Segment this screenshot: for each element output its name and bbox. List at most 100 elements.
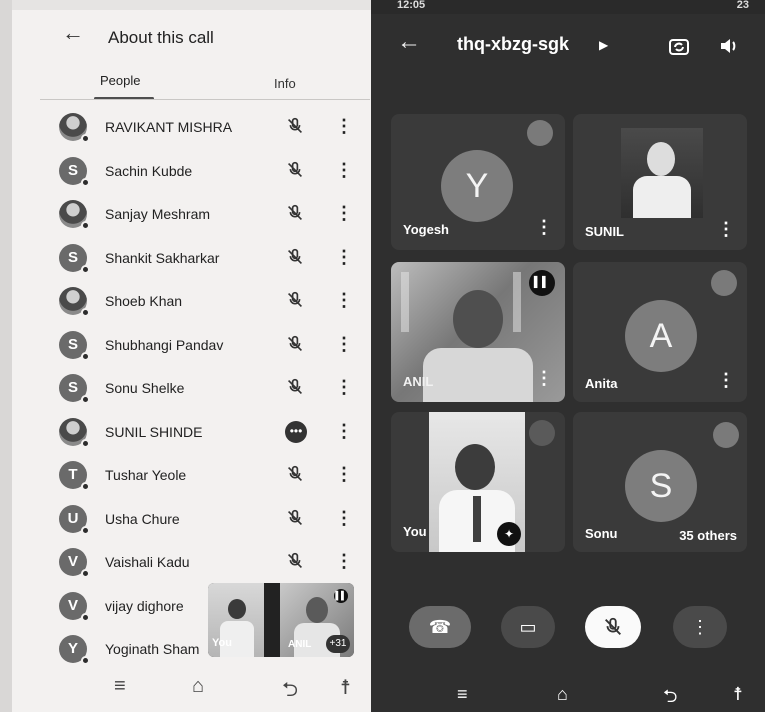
tile-you[interactable]: ✦ You [391,412,565,552]
accessibility-icon[interactable]: ☨ [733,684,743,705]
more-vert-icon[interactable]: ⋮ [535,217,553,238]
more-vert-icon[interactable]: ⋮ [335,159,353,181]
speaker-icon[interactable] [717,34,741,58]
participant-name: Shoeb Khan [105,293,183,309]
more-vert-icon[interactable]: ⋮ [335,463,353,485]
more-vert-icon[interactable]: ⋮ [717,219,735,240]
presence-dot [81,656,90,665]
participant-row[interactable]: V Vaishali Kadu ⋮ [12,539,372,582]
avatar: S [59,330,90,361]
mic-off-icon [527,120,553,146]
participant-name: Sanjay Meshram [105,206,211,222]
mic-off-icon [284,202,306,224]
home-icon[interactable]: ⌂ [557,684,568,705]
status-bar: 12:05 23 [371,0,765,14]
more-vert-icon[interactable]: ⋮ [335,246,353,268]
tile-yogesh[interactable]: Y Yogesh ⋮ [391,114,565,250]
mic-off-icon [284,507,306,529]
participant-name: Vaishali Kadu [105,554,190,570]
more-vert-icon[interactable]: ⋮ [335,420,353,442]
participant-name: Sonu Shelke [105,380,185,396]
tile-name: Sonu [585,526,618,541]
back-icon[interactable]: ⮌ [282,675,298,709]
back-arrow-icon[interactable]: ← [62,20,84,46]
presence-dot [81,525,90,535]
mic-off-icon [529,420,555,446]
tab-people[interactable]: People [100,73,140,88]
more-vert-icon[interactable]: ⋮ [717,370,735,391]
avatar: S [59,156,90,187]
presence-dot [81,308,90,317]
mic-off-icon [585,606,641,648]
more-vert-icon[interactable]: ⋮ [335,202,353,224]
participant-row[interactable]: Sanjay Meshram ⋮ [12,191,372,234]
avatar: A [625,300,697,372]
tile-name: Yogesh [403,222,449,237]
more-participants-count: +31 [326,635,350,653]
participant-row[interactable]: T Tushar Yeole ⋮ [12,452,372,495]
participant-name: RAVIKANT MISHRA [105,119,233,135]
recents-icon[interactable]: ≡ [457,684,468,705]
chevron-right-icon[interactable]: ▶ [599,38,608,52]
end-call-button[interactable]: ☎ [409,606,471,648]
page-title: About this call [108,28,214,47]
back-icon[interactable]: ⮌ [663,684,677,712]
mic-off-icon [284,550,306,572]
avatar: S [59,374,90,404]
mic-off-icon [284,376,306,398]
participant-row[interactable]: U Usha Chure ⋮ [12,496,372,539]
presence-dot [81,221,90,230]
mini-you-video: You [208,583,264,657]
participant-name: Sachin Kubde [105,162,193,179]
video-camera-icon: ▭ [519,616,537,637]
phone-icon: ☎ [428,616,452,637]
battery-level: 23 [736,0,749,11]
participant-row[interactable]: S Shankit Sakharkar ⋮ [12,235,372,278]
mic-off-icon [284,246,306,268]
meeting-code[interactable]: thq-xbzg-sgk [457,34,569,55]
status-time: 12:05 [397,0,426,11]
mini-video-strip[interactable]: You ▌▌ ANIL +31 [208,583,354,657]
more-vert-icon[interactable]: ⋮ [335,507,353,529]
more-vert-icon[interactable]: ⋮ [335,289,353,311]
participant-name: Tushar Yeole [105,467,187,483]
participant-row[interactable]: S Sonu Shelke ⋮ [12,365,372,408]
call-screen: 12:05 23 ← thq-xbzg-sgk ▶ Y Yogesh ⋮ SUN… [371,0,765,712]
more-vert-icon[interactable]: ⋮ [335,333,353,355]
others-count: 35 others [679,528,737,543]
participant-row[interactable]: S Sachin Kubde ⋮ [12,148,372,191]
system-nav-bar: ≡ ⌂ ⮌ ☨ [371,684,765,710]
participant-name: vijay dighore [105,597,184,614]
mic-toggle-button[interactable] [585,606,641,648]
more-vert-icon[interactable]: ⋮ [335,550,353,572]
tile-sonu[interactable]: S Sonu 35 others [573,412,747,552]
more-options-button[interactable]: ⋮ [673,606,727,648]
back-arrow-icon[interactable]: ← [397,28,421,56]
mic-off-icon [284,159,306,181]
more-vert-icon[interactable]: ⋮ [335,376,353,398]
home-icon[interactable]: ⌂ [192,675,204,698]
tile-name: Anita [585,376,618,391]
more-vert-icon[interactable]: ⋮ [535,368,553,389]
tab-info[interactable]: Info [274,76,296,91]
participant-row[interactable]: S Shubhangi Pandav ⋮ [12,322,372,365]
more-vert-icon[interactable]: ⋮ [335,115,353,137]
switch-camera-icon[interactable] [667,34,691,58]
participant-row[interactable]: Shoeb Khan ⋮ [12,278,372,321]
avatar: V [59,548,90,578]
tile-sunil[interactable]: SUNIL ⋮ [573,114,747,250]
speaking-icon: ▌▌ [529,270,555,296]
participant-row[interactable]: SUNIL SHINDE ••• ⋮ [12,409,372,452]
top-strip [12,0,372,10]
accessibility-icon[interactable]: ☨ [340,675,351,700]
presence-dot [81,438,90,448]
participant-row[interactable]: RAVIKANT MISHRA ⋮ [12,104,372,147]
tile-name: ANIL [403,374,434,389]
tile-anita[interactable]: A Anita ⋮ [573,262,747,402]
mic-off-icon [711,270,737,296]
camera-button[interactable]: ▭ [501,606,555,648]
tile-anil[interactable]: ▌▌ ANIL ⋮ [391,262,565,402]
recents-icon[interactable]: ≡ [114,675,126,698]
participant-name: Yoginath Sham [105,641,200,657]
effects-icon[interactable]: ✦ [497,522,521,546]
